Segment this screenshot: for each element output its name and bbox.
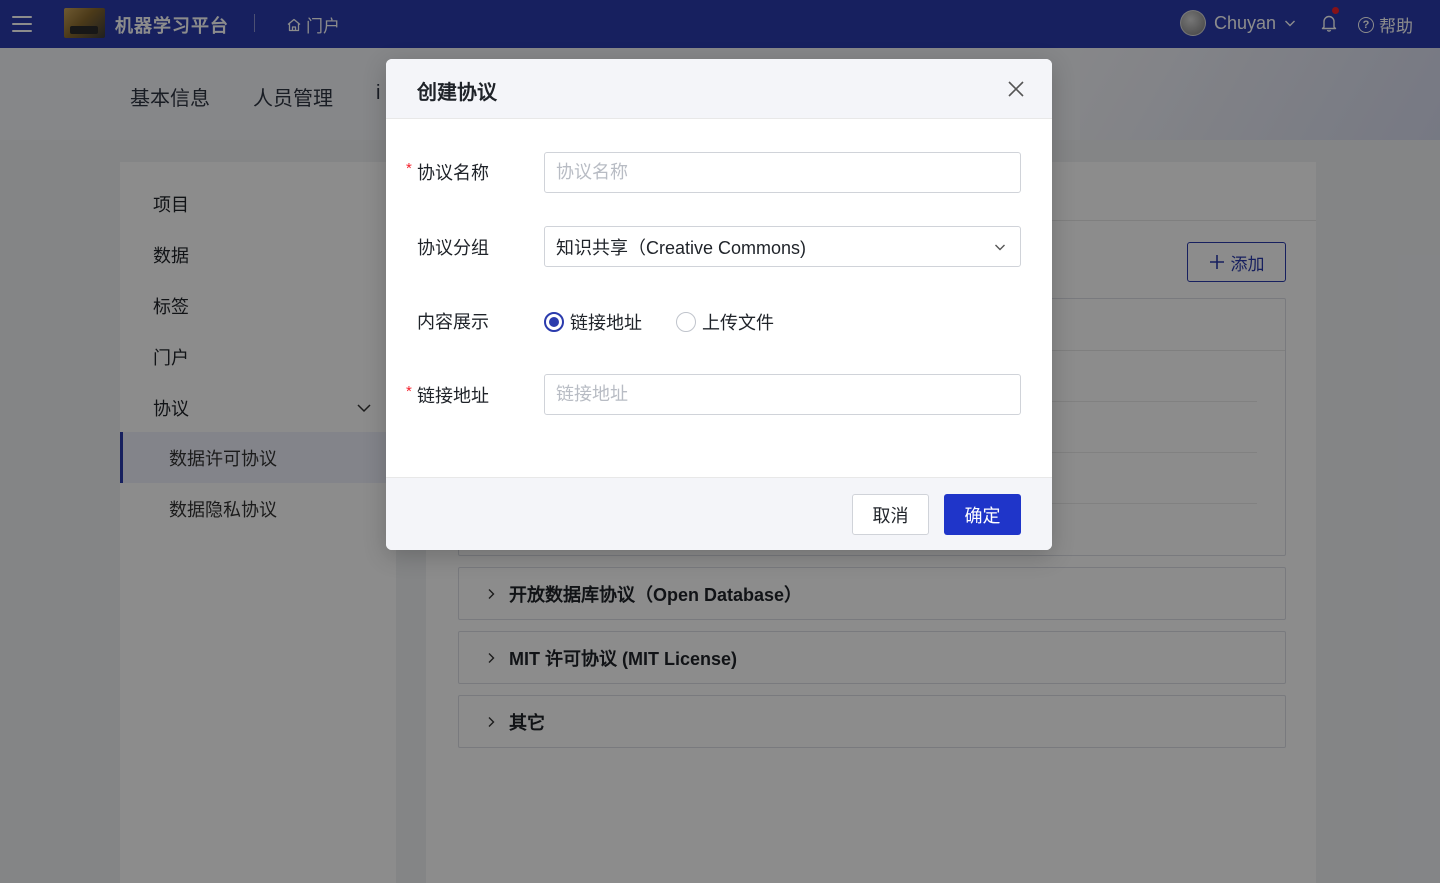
chevron-down-icon xyxy=(995,244,1005,251)
create-agreement-dialog: 创建协议 * 协议名称 协议分组 知识共享（Creative Commons) … xyxy=(386,59,1052,550)
agreement-group-select[interactable]: 知识共享（Creative Commons) xyxy=(544,226,1021,267)
radio-label: 上传文件 xyxy=(702,313,774,333)
link-label: 链接地址 xyxy=(417,386,489,406)
group-label: 协议分组 xyxy=(417,238,489,258)
agreement-name-input[interactable] xyxy=(544,152,1021,193)
required-mark: * xyxy=(406,383,412,400)
dialog-header: 创建协议 xyxy=(386,59,1052,119)
content-display-radio-group: 链接地址 上传文件 xyxy=(544,309,774,335)
radio-checked-icon xyxy=(544,312,564,332)
name-label: 协议名称 xyxy=(417,163,489,183)
radio-label: 链接地址 xyxy=(570,313,642,333)
close-icon[interactable] xyxy=(1006,79,1026,99)
cancel-button[interactable]: 取消 xyxy=(852,494,929,535)
dialog-footer: 取消 确定 xyxy=(386,477,1052,550)
link-address-input[interactable] xyxy=(544,374,1021,415)
confirm-button[interactable]: 确定 xyxy=(944,494,1021,535)
required-mark: * xyxy=(406,160,412,177)
dialog-title: 创建协议 xyxy=(417,82,497,104)
radio-upload-file[interactable]: 上传文件 xyxy=(676,309,774,335)
display-label: 内容展示 xyxy=(417,312,489,332)
radio-link-address[interactable]: 链接地址 xyxy=(544,309,642,335)
radio-unchecked-icon xyxy=(676,312,696,332)
selected-group-value: 知识共享（Creative Commons) xyxy=(556,237,807,258)
